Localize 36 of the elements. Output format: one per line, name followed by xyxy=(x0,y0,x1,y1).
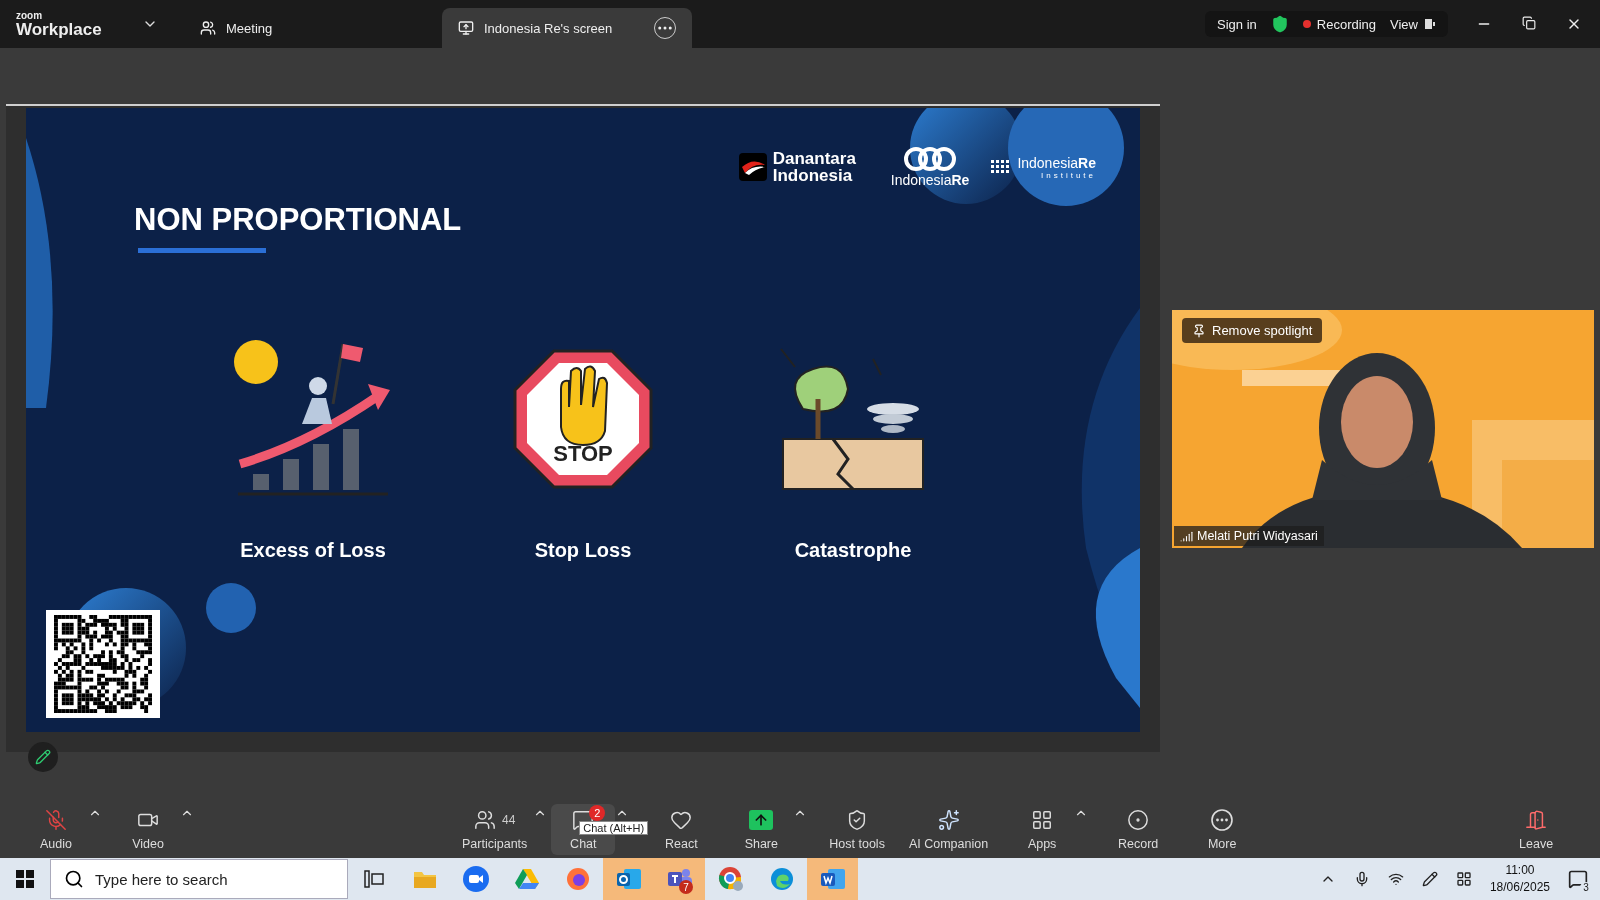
logo-text: Danantara Indonesia xyxy=(772,150,857,184)
item-label: Catastrophe xyxy=(794,539,912,562)
toolbar-button[interactable]: React xyxy=(649,803,714,855)
app-badge: 7 xyxy=(679,880,693,894)
slide-title: NON PROPORTIONAL xyxy=(134,202,463,238)
logo-subtext: Institute xyxy=(1041,170,1096,180)
toolbar-button[interactable]: More xyxy=(1190,803,1255,855)
unread-badge: 2 xyxy=(589,804,606,821)
recording-status[interactable]: Recording xyxy=(1316,16,1377,32)
toolbar-button[interactable]: Apps xyxy=(1010,803,1075,855)
toolbar-button[interactable]: Audio xyxy=(24,803,88,855)
search-field[interactable]: Type here to search xyxy=(50,859,348,899)
logo-text: IndonesiaRe xyxy=(890,172,970,188)
item-label: Stop Loss xyxy=(534,539,632,562)
view-menu[interactable]: View xyxy=(1390,16,1418,32)
toolbar-button[interactable]: Host tools xyxy=(823,803,891,855)
tooltip: Chat (Alt+H) xyxy=(579,820,649,835)
toolbar-button[interactable]: Record xyxy=(1106,803,1171,855)
brand-name: Workplace xyxy=(16,20,103,38)
participant-name: Melati Putri Widyasari xyxy=(1197,529,1318,543)
toolbar-button[interactable]: AI Companion xyxy=(902,803,995,855)
remove-spotlight-button[interactable]: Remove spotlight xyxy=(1182,318,1323,343)
toolbar-button[interactable]: Leave xyxy=(1504,803,1569,855)
toolbar-button[interactable]: 44 Participants xyxy=(456,803,534,855)
sign-text: STOP xyxy=(553,441,613,467)
toolbar-button[interactable]: Share xyxy=(729,803,794,855)
logo-text: IndonesiaRe xyxy=(1017,154,1096,171)
notifications-button[interactable]: 3 xyxy=(1568,869,1588,889)
taskbar-app-button[interactable]: 7 xyxy=(654,858,705,900)
toolbar-button[interactable]: Video xyxy=(116,803,180,855)
clock[interactable]: 11:00 18/06/2025 xyxy=(1489,862,1550,896)
sign-in-link[interactable]: Sign in xyxy=(1217,16,1257,32)
meeting-tab[interactable]: Indonesia Re's screen xyxy=(442,8,692,48)
item-label: Excess of Loss xyxy=(240,539,386,562)
meeting-tab[interactable]: Meeting xyxy=(184,8,442,48)
brand-small-text: zoom xyxy=(16,10,44,21)
